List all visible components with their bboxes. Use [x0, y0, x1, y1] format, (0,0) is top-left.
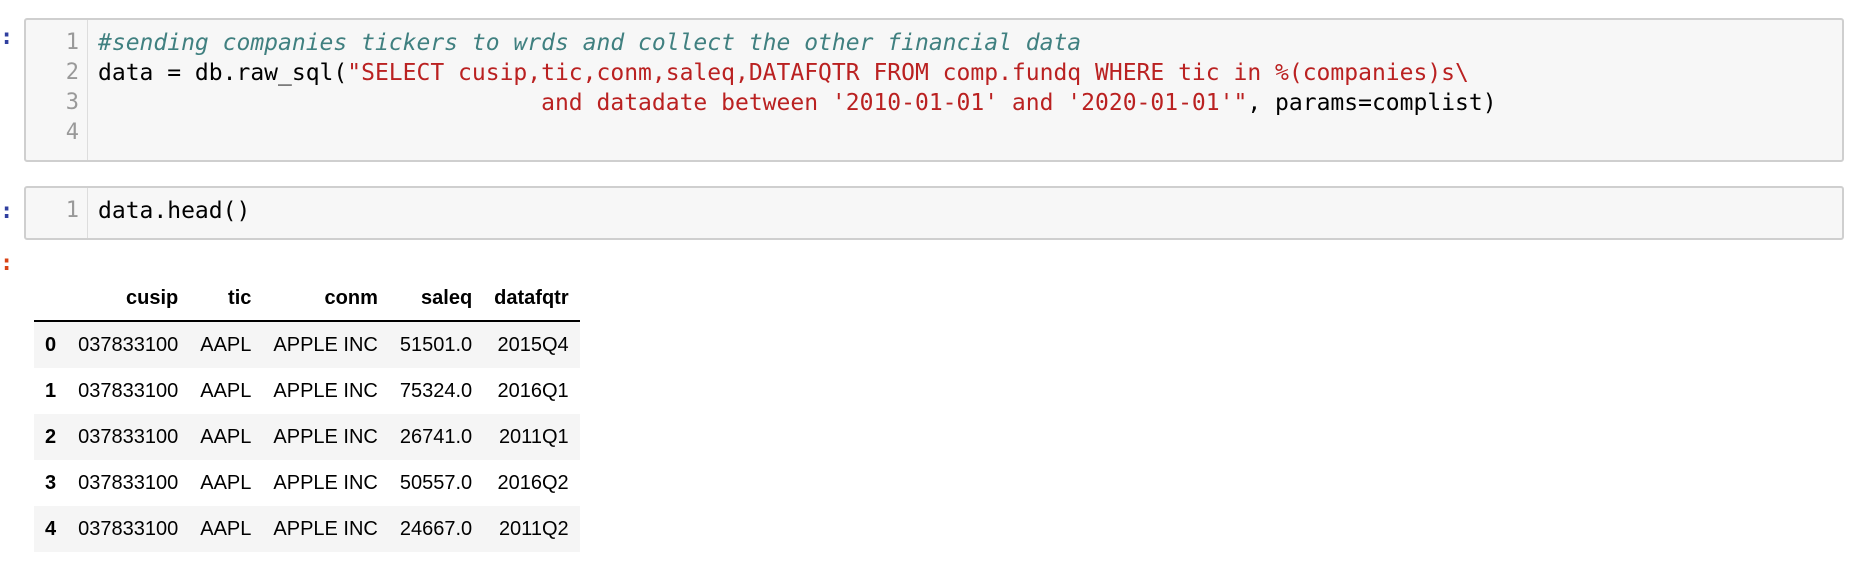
code-editor[interactable]: #sending companies tickers to wrds and c… [88, 20, 1842, 160]
cell-saleq: 26741.0 [399, 425, 473, 448]
cell-tic: AAPL [200, 517, 252, 540]
cell-conm: APPLE INC [273, 517, 378, 540]
cell-cusip: 037833100 [78, 517, 179, 540]
line-number: 1 [65, 30, 79, 55]
row-index: 3 [45, 471, 57, 494]
dataframe-table: cusip tic conm saleq datafqtr 0 03783310… [34, 276, 580, 552]
dataframe-header-row: cusip tic conm saleq datafqtr [34, 276, 580, 322]
cell-cusip: 037833100 [78, 471, 179, 494]
table-row: 3 037833100 AAPL APPLE INC 50557.0 2016Q… [34, 460, 580, 506]
cell-saleq: 24667.0 [399, 517, 473, 540]
column-header-saleq: saleq [388, 276, 484, 322]
cell-tic: AAPL [200, 471, 252, 494]
line-number: 1 [65, 198, 79, 223]
cell-cusip: 037833100 [78, 333, 179, 356]
cell-tic: AAPL [200, 425, 252, 448]
cell-conm: APPLE INC [273, 379, 378, 402]
line-number: 2 [65, 60, 79, 85]
cell-conm: APPLE INC [273, 471, 378, 494]
code-line: data = db.raw_sql("SELECT cusip,tic,conm… [98, 58, 1842, 88]
row-index: 1 [45, 379, 57, 402]
row-index: 2 [45, 425, 57, 448]
cell-conm: APPLE INC [273, 333, 378, 356]
code-token-string: and datadate between '2010-01-01' and '2… [541, 90, 1248, 116]
column-header-tic: tic [189, 276, 263, 322]
cell-conm: APPLE INC [273, 425, 378, 448]
column-header-cusip: cusip [67, 276, 190, 322]
cell-cusip: 037833100 [78, 425, 179, 448]
code-token-string: "SELECT cusip,tic,conm,saleq,DATAFQTR FR… [347, 60, 1469, 86]
line-number: 3 [65, 90, 79, 115]
cell-saleq: 51501.0 [399, 333, 473, 356]
cell-datafqtr: 2016Q2 [497, 471, 569, 494]
code-token-plain: data = db.raw_sql( [98, 60, 348, 86]
code-token-plain: data.head() [98, 198, 251, 224]
output-prompt: : [0, 251, 14, 276]
cell-datafqtr: 2011Q1 [498, 425, 569, 448]
cell-datafqtr: 2015Q4 [497, 333, 569, 356]
table-row: 2 037833100 AAPL APPLE INC 26741.0 2011Q… [34, 414, 580, 460]
cell-1-prompt: : [0, 25, 14, 50]
cell-tic: AAPL [200, 333, 252, 356]
line-number: 4 [65, 120, 79, 145]
cell-saleq: 75324.0 [399, 379, 473, 402]
table-row: 0 037833100 AAPL APPLE INC 51501.0 2015Q… [34, 321, 580, 368]
cell-cusip: 037833100 [78, 379, 179, 402]
code-token-comment: #sending companies tickers to wrds and c… [98, 30, 1082, 56]
row-index: 0 [45, 333, 57, 356]
cell-2-prompt: : [0, 199, 14, 224]
column-header-datafqtr: datafqtr [483, 276, 580, 322]
code-line: and datadate between '2010-01-01' and '2… [98, 88, 1842, 118]
code-line: #sending companies tickers to wrds and c… [98, 28, 1842, 58]
index-header [34, 276, 68, 322]
cell-datafqtr: 2016Q1 [497, 379, 569, 402]
line-number-gutter: 1 [26, 188, 88, 238]
cell-tic: AAPL [200, 379, 252, 402]
table-row: 1 037833100 AAPL APPLE INC 75324.0 2016Q… [34, 368, 580, 414]
code-editor[interactable]: data.head() [88, 188, 1842, 238]
row-index: 4 [45, 517, 57, 540]
code-line: data.head() [98, 196, 1842, 226]
code-cell-1[interactable]: 1 2 3 4 #sending companies tickers to wrds … [24, 18, 1844, 162]
code-cell-2[interactable]: 1 data.head() [24, 186, 1844, 240]
column-header-conm: conm [262, 276, 389, 322]
cell-saleq: 50557.0 [399, 471, 473, 494]
code-token-plain: , params=complist) [1247, 90, 1497, 116]
table-row: 4 037833100 AAPL APPLE INC 24667.0 2011Q… [34, 506, 580, 552]
cell-datafqtr: 2011Q2 [498, 517, 569, 540]
line-number-gutter: 1 2 3 4 [26, 20, 88, 160]
